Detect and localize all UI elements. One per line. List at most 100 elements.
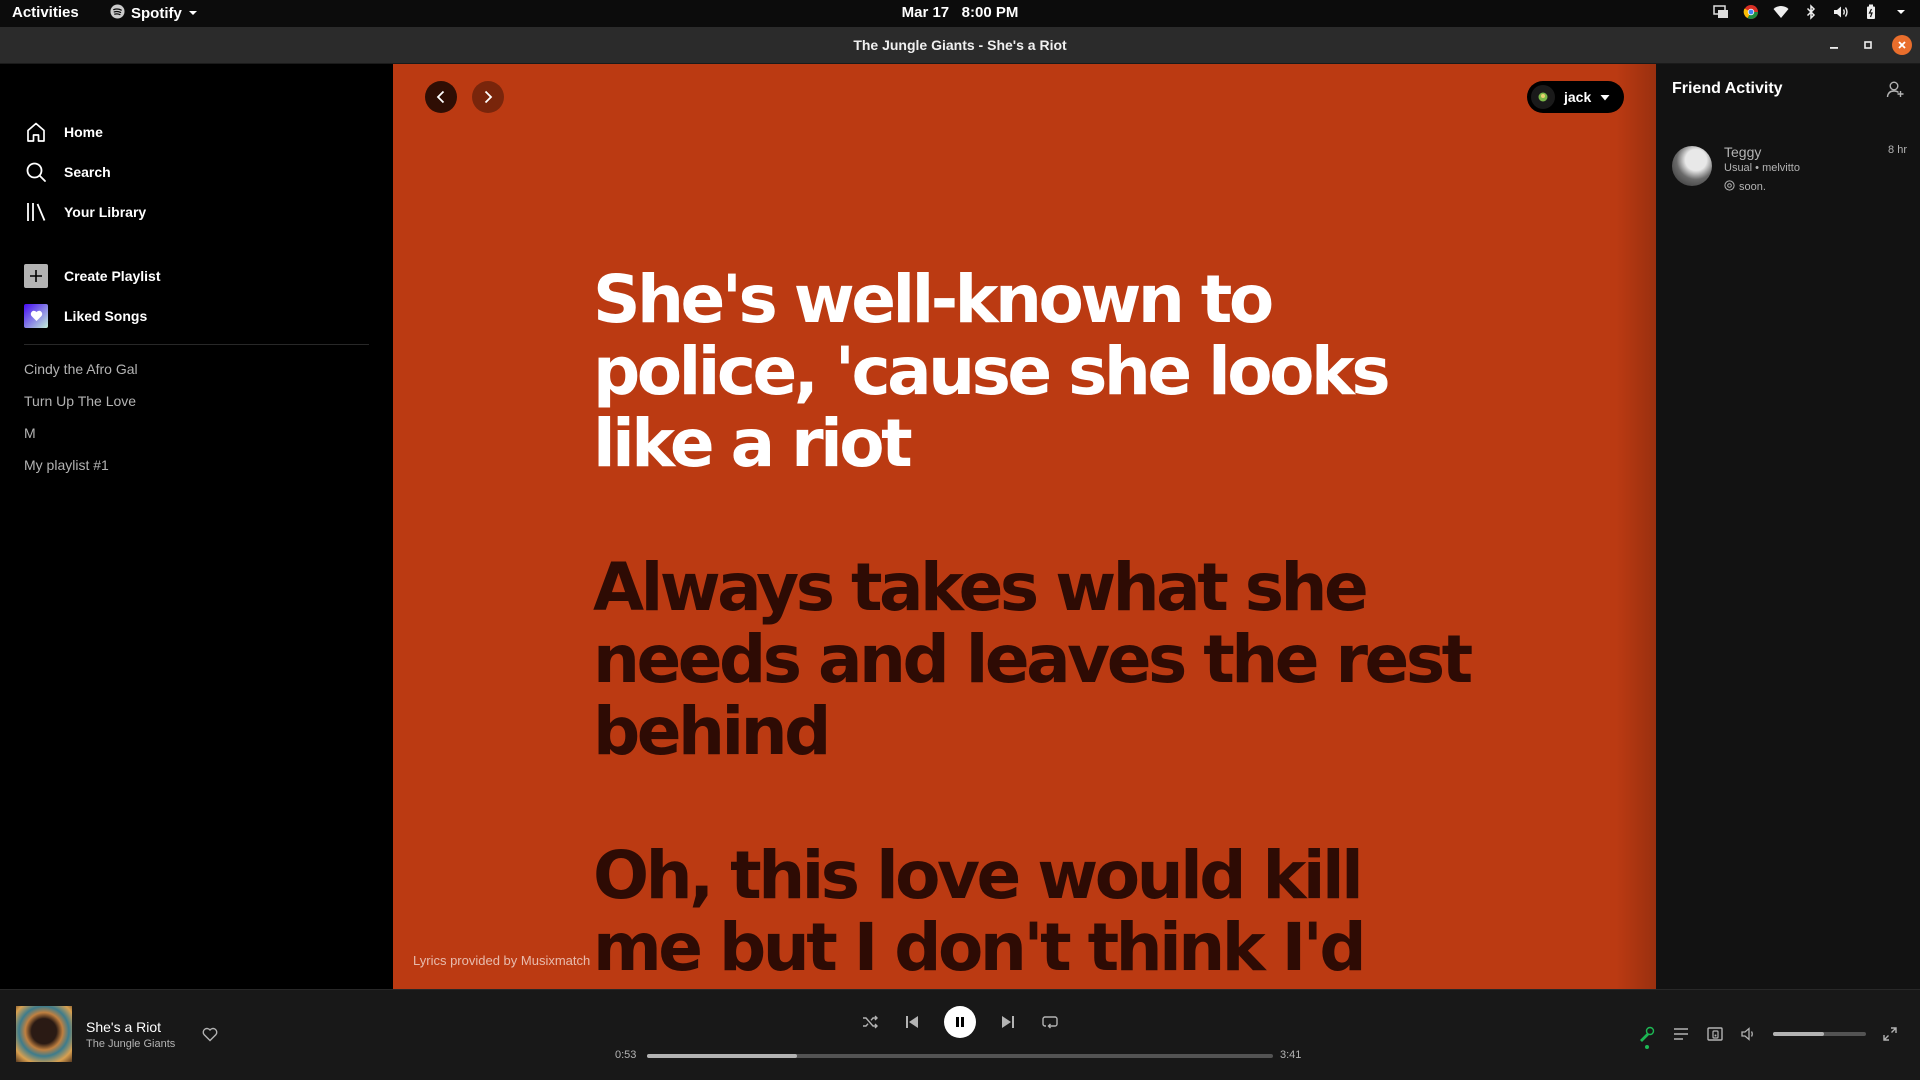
system-tray[interactable] [1712,3,1910,21]
wifi-icon[interactable] [1772,3,1790,21]
progress-bar[interactable] [647,1054,1273,1058]
clock: Mar 17 8:00 PM [0,4,1920,21]
system-top-bar: Activities Spotify Mar 17 8:00 PM [0,0,1920,27]
friend-activity-title: Friend Activity [1672,80,1783,97]
window-title-bar[interactable]: The Jungle Giants - She's a Riot [0,27,1920,64]
friend-avatar [1672,146,1712,186]
user-menu-button[interactable]: jack [1527,81,1624,113]
active-indicator [1645,1045,1649,1049]
liked-songs-label: Liked Songs [64,308,148,324]
friend-context[interactable]: soon. [1724,180,1766,194]
lyric-line[interactable]: She's well-known to police, 'cause she l… [593,264,1473,480]
devices-icon [1707,1027,1723,1041]
user-name: jack [1564,89,1592,105]
mute-button[interactable] [1739,1024,1759,1044]
app-menu[interactable]: Spotify [110,4,198,23]
friend-context-label: soon. [1739,181,1766,193]
chevron-down-icon [188,5,198,22]
library-icon [24,200,48,224]
bluetooth-icon[interactable] [1802,3,1820,21]
shuffle-button[interactable] [860,1012,880,1032]
volume-slider[interactable] [1773,1032,1866,1036]
battery-icon[interactable] [1862,3,1880,21]
volume-fill [1773,1032,1825,1036]
friend-track[interactable]: Usual • melvitto [1724,162,1800,174]
caret-down-icon [1600,89,1610,105]
next-button[interactable] [998,1012,1018,1032]
sidebar-playlist-item[interactable]: Cindy the Afro Gal [24,361,138,377]
sidebar-divider [24,344,369,345]
elapsed-time: 0:53 [615,1049,637,1061]
extra-controls [1637,1024,1900,1049]
skip-forward-icon [1002,1016,1014,1028]
minimize-button[interactable] [1824,35,1844,55]
sidebar-item-label: Your Library [64,204,147,220]
now-playing-title[interactable]: She's a Riot [86,1019,161,1035]
lyric-line[interactable]: Always takes what she needs and leaves t… [593,552,1473,768]
avatar [1531,85,1555,109]
lyrics-list: She's well-known to police, 'cause she l… [593,264,1473,990]
plus-icon [24,264,48,288]
queue-button[interactable] [1671,1024,1691,1044]
sidebar-playlist-item[interactable]: My playlist #1 [24,457,109,473]
go-forward-button[interactable] [472,81,504,113]
go-back-button[interactable] [425,81,457,113]
skip-back-icon [906,1016,918,1028]
create-playlist-label: Create Playlist [64,268,161,284]
like-button[interactable] [200,1024,220,1044]
pause-button[interactable] [944,1006,976,1038]
chrome-icon[interactable] [1742,3,1760,21]
microphone-icon [1640,1026,1655,1042]
expand-icon [1883,1027,1897,1041]
close-button[interactable] [1892,35,1912,55]
previous-button[interactable] [902,1012,922,1032]
system-menu-chevron-icon[interactable] [1892,3,1910,21]
sidebar: Home Search Your Library Create Playlist… [0,64,393,989]
speaker-icon [1741,1027,1753,1041]
app-menu-label: Spotify [131,5,182,22]
repeat-icon [1042,1016,1058,1029]
create-playlist-button[interactable]: Create Playlist [24,263,161,289]
album-cover[interactable] [16,1006,72,1062]
spotify-logo-icon [110,4,125,23]
screen-share-icon[interactable] [1712,3,1730,21]
shuffle-icon [863,1015,878,1029]
liked-songs-button[interactable]: Liked Songs [24,303,147,329]
pause-icon [956,1017,964,1027]
activities-button[interactable]: Activities [12,4,79,21]
now-playing-artist[interactable]: The Jungle Giants [86,1038,175,1050]
radio-icon [1724,180,1735,194]
sidebar-item-home[interactable]: Home [24,119,103,145]
lyric-line[interactable]: Oh, this love would kill me but I don't … [593,840,1473,990]
friend-name: Teggy [1724,144,1762,160]
sidebar-playlist-item[interactable]: Turn Up The Love [24,393,136,409]
sidebar-item-label: Home [64,124,103,140]
lyrics-view: jack She's well-known to police, 'cause … [393,64,1656,989]
lyrics-button[interactable] [1637,1024,1657,1049]
search-icon [24,160,48,184]
fullscreen-button[interactable] [1880,1024,1900,1044]
friend-item[interactable]: Teggy 8 hr Usual • melvitto soon. [1672,144,1907,194]
lyrics-credit: Lyrics provided by Musixmatch [413,953,591,968]
volume-icon[interactable] [1832,3,1850,21]
playback-controls [860,1006,1060,1038]
sidebar-playlist-item[interactable]: M [24,425,36,441]
queue-icon [1674,1028,1688,1040]
friend-activity-panel: Friend Activity Teggy 8 hr Usual • melvi… [1656,64,1920,989]
repeat-button[interactable] [1040,1012,1060,1032]
sidebar-item-label: Search [64,164,111,180]
add-friend-icon[interactable] [1884,78,1906,100]
window-controls [1824,35,1912,55]
heart-icon [202,1027,218,1041]
clock-time[interactable]: 8:00 PM [962,4,1019,21]
heart-filled-icon [24,304,48,328]
clock-date[interactable]: Mar 17 [902,4,950,21]
connect-device-button[interactable] [1705,1024,1725,1044]
window-title: The Jungle Giants - She's a Riot [853,37,1067,53]
sidebar-item-search[interactable]: Search [24,159,111,185]
sidebar-item-library[interactable]: Your Library [24,199,146,225]
chevron-right-icon [484,90,493,104]
friend-time: 8 hr [1888,144,1907,156]
progress-fill [647,1054,798,1058]
maximize-button[interactable] [1858,35,1878,55]
